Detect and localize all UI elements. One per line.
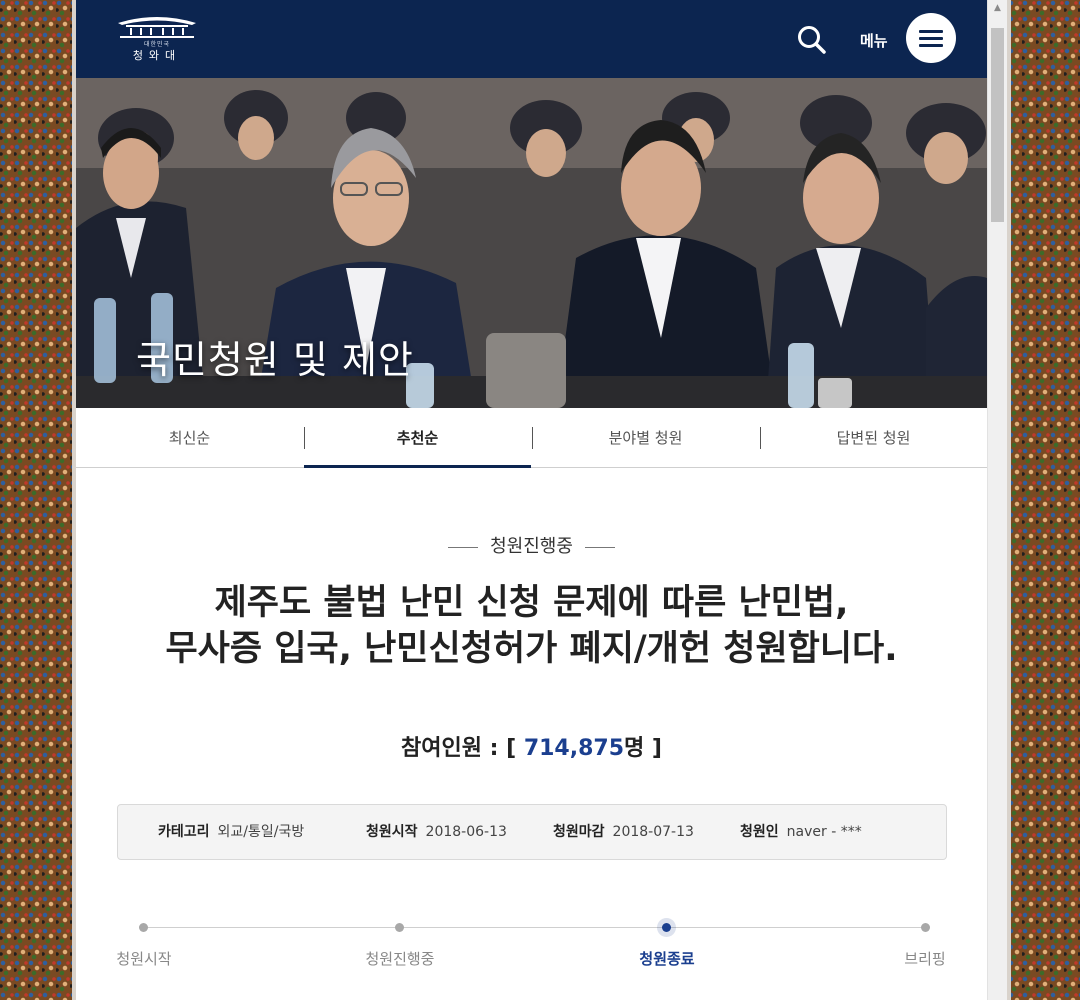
menu-button[interactable] — [906, 13, 956, 63]
hamburger-icon — [919, 30, 943, 33]
participants-count: 참여인원 : [ 714,875명 ] — [76, 730, 987, 762]
scroll-up-arrow-icon[interactable]: ▲ — [988, 0, 1007, 16]
site-header: 대한민국 청와대 메뉴 — [76, 0, 987, 78]
author-info: 청원인 naver - *** — [740, 805, 862, 859]
start-date-value: 2018-06-13 — [425, 824, 507, 840]
petition-title: 제주도 불법 난민 신청 문제에 따른 난민법, 무사증 입국, 난민신청허가 … — [96, 580, 967, 672]
start-date-label: 청원시작 — [366, 824, 418, 840]
start-date-info: 청원시작 2018-06-13 — [366, 805, 507, 859]
petition-title-line1: 제주도 불법 난민 신청 문제에 따른 난민법, — [214, 583, 849, 623]
category-value: 외교/통일/국방 — [217, 824, 305, 840]
petition-info-box: 카테고리 외교/통일/국방 청원시작 2018-06-13 청원마감 2018-07-… — [117, 804, 947, 860]
menu-label[interactable]: 메뉴 — [860, 30, 888, 51]
logo-name: 청와대 — [132, 49, 182, 62]
category-label: 카테고리 — [158, 824, 210, 840]
end-date-info: 청원마감 2018-07-13 — [553, 805, 694, 859]
author-label: 청원인 — [740, 824, 779, 840]
author-value: naver - *** — [786, 824, 862, 840]
step-label-closed: 청원종료 — [639, 950, 695, 968]
tab-answered[interactable]: 답변된 청원 — [760, 408, 987, 467]
tab-by-category[interactable]: 분야별 청원 — [532, 408, 759, 467]
hamburger-icon-bar — [919, 37, 943, 40]
hamburger-icon-bar — [919, 44, 943, 47]
status-dash-left — [448, 546, 479, 548]
petition-status: 청원진행중 — [76, 532, 987, 558]
hero-banner: 국민청원 및 제안 — [76, 78, 987, 408]
hero-title: 국민청원 및 제안 — [136, 338, 414, 382]
participants-label: 참여인원 : [ — [401, 736, 517, 761]
end-date-label: 청원마감 — [553, 824, 605, 840]
scroll-thumb[interactable] — [991, 28, 1004, 222]
status-dash-right — [584, 546, 615, 548]
tab-recommended[interactable]: 추천순 — [304, 408, 531, 468]
progress-dot-briefing — [921, 923, 930, 932]
search-button[interactable] — [796, 24, 828, 56]
step-label-ongoing: 청원진행중 — [365, 950, 435, 968]
step-label-briefing: 브리핑 — [904, 950, 946, 968]
status-text: 청원진행중 — [490, 536, 573, 557]
browser-viewport: 대한민국 청와대 메뉴 국민청원 및 제안 최신순 추천순 분야별 청원 답변된… — [76, 0, 987, 1000]
progress-dot-ongoing — [395, 923, 404, 932]
page-edge-right — [1007, 0, 1011, 1000]
step-label-start: 청원시작 — [116, 950, 172, 968]
vertical-scrollbar[interactable]: ▲ — [987, 0, 1007, 1000]
progress-dot-closed — [662, 923, 671, 932]
petition-title-line2: 무사증 입국, 난민신청허가 폐지/개헌 청원합니다. — [165, 629, 898, 669]
progress-track — [143, 927, 926, 928]
sort-tabs: 최신순 추천순 분야별 청원 답변된 청원 — [76, 408, 987, 468]
end-date-value: 2018-07-13 — [612, 824, 694, 840]
participants-number: 714,875 — [523, 736, 625, 761]
tab-latest[interactable]: 최신순 — [76, 408, 303, 467]
participants-unit: 명 ] — [624, 736, 662, 761]
progress-dot-start — [139, 923, 148, 932]
search-icon — [798, 26, 826, 54]
category-info: 카테고리 외교/통일/국방 — [158, 805, 304, 859]
blue-house-roof-icon — [118, 17, 196, 38]
cheongwadae-logo[interactable]: 대한민국 청와대 — [112, 13, 202, 63]
